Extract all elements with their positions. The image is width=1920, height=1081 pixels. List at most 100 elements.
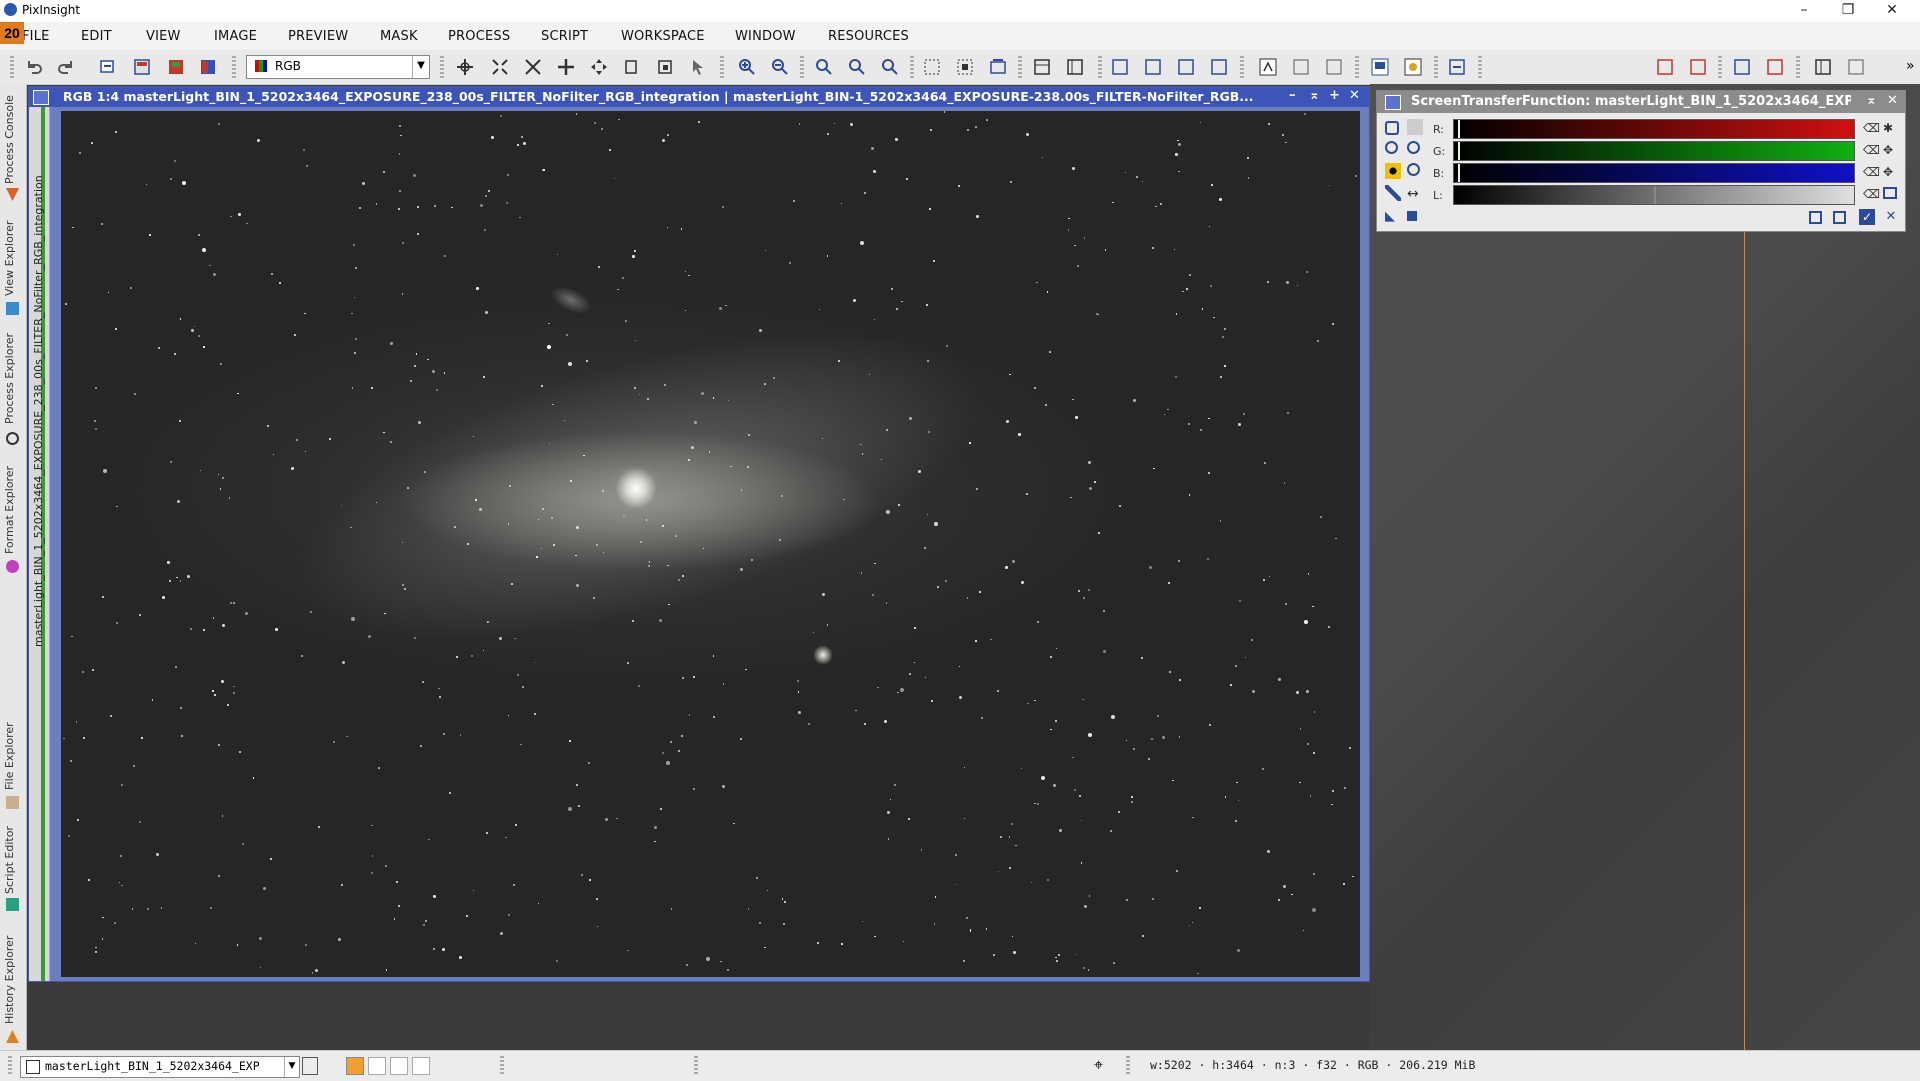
dock-icon[interactable] [1813,57,1833,77]
color-swatch-active[interactable] [346,1057,364,1075]
channel-slider-r[interactable] [1453,119,1855,139]
color-swatch-2[interactable] [368,1057,386,1075]
crosshair-icon[interactable] [455,57,475,77]
image-close-button[interactable]: ✕ [1349,88,1360,103]
shadows-handle[interactable] [1458,120,1460,138]
pointer-icon[interactable] [1407,119,1423,135]
stf-enable-icon[interactable] [1258,57,1278,77]
image-window-titlebar[interactable]: RGB 1:4 masterLight_BIN_1_5202x3464_EXPO… [29,87,1369,107]
browse-icon[interactable] [1809,211,1822,224]
channel-slider-g[interactable] [1453,141,1855,161]
pan-icon[interactable] [556,57,576,77]
move-icon[interactable] [589,57,609,77]
stf-auto-icon[interactable] [1324,57,1344,77]
clone-image-icon[interactable] [98,57,118,77]
reset-l-icon[interactable]: ⌫ [1863,187,1880,203]
preview-icon[interactable] [655,57,675,77]
fit-view-icon[interactable] [490,57,510,77]
zoom-fit-icon[interactable] [523,57,543,77]
shadows-handle[interactable] [1458,142,1460,160]
stf-link-icon[interactable] [1291,57,1311,77]
chevron-down-icon[interactable]: ▼ [412,56,429,78]
stf-pin-button[interactable]: ⌅ [1866,93,1877,108]
minimize-button[interactable]: – [1782,0,1826,22]
zoom-out-icon[interactable] [770,57,790,77]
reset-b-icon[interactable]: ⌫ [1863,165,1880,181]
redo-icon[interactable] [56,57,76,77]
settings-r-icon[interactable]: ✱ [1883,121,1899,137]
new-instance-icon[interactable]: ◣ [1385,209,1401,225]
chevron-down-icon[interactable]: ▼ [284,1057,299,1077]
channel-slider-l[interactable] [1453,185,1855,205]
monitor-icon[interactable] [1883,187,1897,199]
delete-preview-icon[interactable] [988,57,1008,77]
menu-view[interactable]: VIEW [146,29,181,44]
reset-g-icon[interactable]: ⌫ [1863,143,1880,159]
view-identifier-label[interactable]: masterLight_BIN_1_5202x3464_EXPOSURE_238… [32,175,45,647]
display-rgb-icon[interactable] [1403,57,1423,77]
pointer-icon[interactable] [688,57,708,77]
menu-preview[interactable]: PREVIEW [288,29,348,44]
close-button[interactable]: ✕ [1870,0,1914,22]
menu-process[interactable]: PROCESS [448,29,510,44]
new-image-icon[interactable] [132,57,152,77]
view-properties-button[interactable] [302,1057,318,1075]
zoom-in-icon[interactable] [1407,141,1420,154]
explorer-icon[interactable] [1732,57,1752,77]
view-select[interactable]: masterLight_BIN_1_5202x3464_EXP ▼ [20,1056,300,1078]
tab-history-explorer[interactable]: History Explorer [3,936,16,1024]
mask-enable-icon[interactable] [1032,57,1052,77]
tab-process-console[interactable]: Process Console [3,95,16,184]
apply-checkmark-icon[interactable]: ✓ [1859,209,1875,225]
image-maximize-button[interactable]: + [1329,88,1340,103]
toolbar-overflow-button[interactable]: » [1906,58,1915,74]
cursor-icon[interactable] [1655,57,1675,77]
menu-workspace[interactable]: WORKSPACE [621,29,705,44]
menu-image[interactable]: IMAGE [214,29,257,44]
auto-stretch-icon[interactable] [1385,163,1401,179]
tab-file-explorer[interactable]: File Explorer [3,722,16,790]
tab-format-explorer[interactable]: Format Explorer [3,466,16,554]
tab-script-editor[interactable]: Script Editor [3,826,16,894]
menu-edit[interactable]: EDIT [81,29,112,44]
crosshair-icon[interactable]: ⌖ [1094,1055,1103,1075]
zoom-out-icon[interactable] [1407,163,1420,176]
menu-file[interactable]: FILE [22,29,50,44]
tab-process-explorer[interactable]: Process Explorer [3,333,16,424]
description-icon[interactable] [1833,211,1846,224]
cursor-red-icon[interactable] [1688,57,1708,77]
process-icon[interactable] [1765,57,1785,77]
menu-window[interactable]: WINDOW [735,29,796,44]
reset-all-icon[interactable]: ✕ [1883,209,1899,225]
menu-script[interactable]: SCRIPT [541,29,588,44]
mask-invert-icon[interactable] [1110,57,1130,77]
color-swatch-3[interactable] [390,1057,408,1075]
settings-b-icon[interactable]: ✥ [1883,165,1899,181]
readout-icon[interactable] [622,57,642,77]
apply-global-icon[interactable] [1407,211,1417,221]
stf-close-button[interactable]: ✕ [1887,93,1898,108]
menu-mask[interactable]: MASK [380,29,418,44]
menu-resources[interactable]: RESOURCES [828,29,909,44]
color-mode-select[interactable]: RGB ▼ [246,55,430,79]
astronomical-image[interactable] [61,111,1360,977]
expand-icon[interactable]: ↔ [1407,187,1423,203]
midtones-handle[interactable] [1654,186,1656,204]
zoom-1-4-icon[interactable] [880,57,900,77]
mask-remove-icon[interactable] [1209,57,1229,77]
color-swatch-4[interactable] [412,1057,430,1075]
new-preview-icon[interactable] [922,57,942,77]
wrench-icon[interactable] [1385,185,1401,201]
sync-icon[interactable] [1447,57,1467,77]
settings-g-icon[interactable]: ✥ [1883,143,1899,159]
edit-preview-icon[interactable] [955,57,975,77]
display-channel-icon[interactable] [1370,57,1390,77]
mask-select-icon[interactable] [1143,57,1163,77]
undo-icon[interactable] [24,57,44,77]
tab-view-explorer[interactable]: View Explorer [3,221,16,296]
image-minimize-button[interactable]: – [1289,88,1296,103]
windows-icon[interactable] [1846,57,1866,77]
zoom-in-icon[interactable] [737,57,757,77]
color-image-icon[interactable] [198,57,218,77]
channel-slider-b[interactable] [1453,163,1855,183]
